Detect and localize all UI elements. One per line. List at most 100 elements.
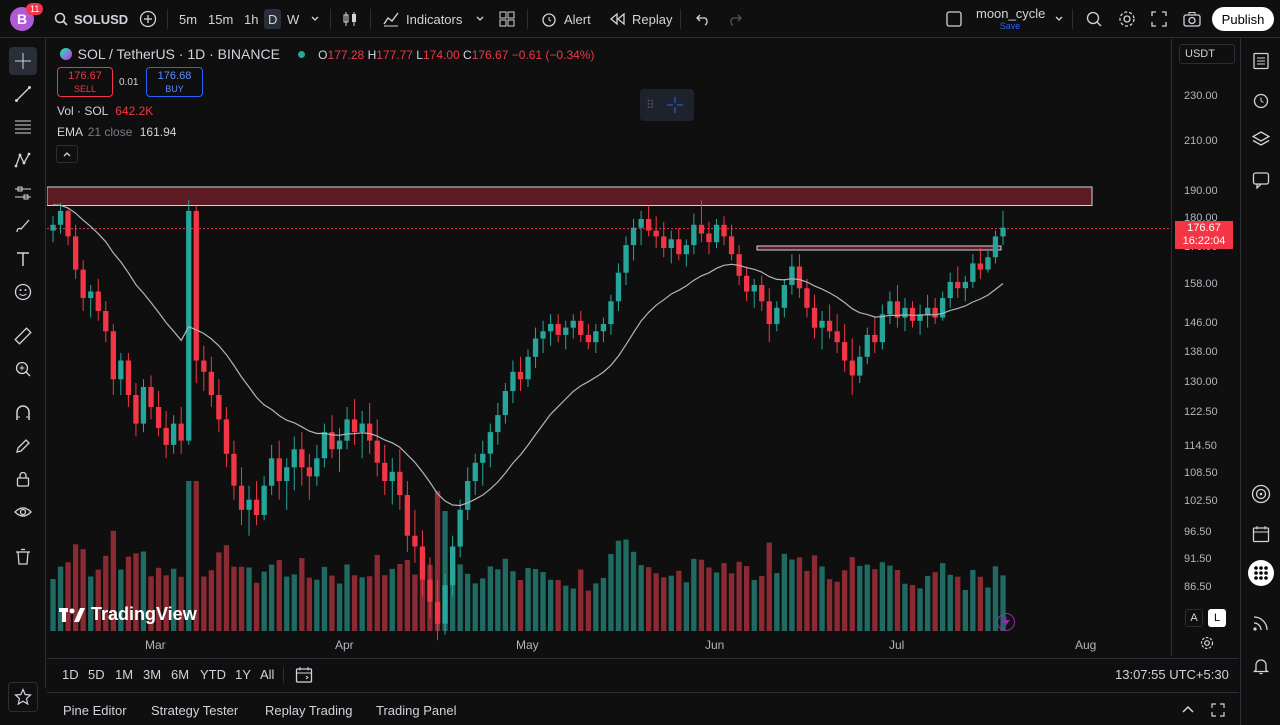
notifications-button[interactable] xyxy=(1248,653,1274,679)
volume-bar xyxy=(201,576,207,631)
replay-button[interactable]: Replay xyxy=(610,9,672,29)
log-scale-button[interactable]: L xyxy=(1208,609,1226,627)
volume-bar xyxy=(721,563,727,631)
range-1d[interactable]: 1D xyxy=(62,667,79,682)
symbol-search-button[interactable]: SOLUSD xyxy=(54,9,128,29)
candle-body xyxy=(593,331,599,343)
timeframe-1h[interactable]: 1h xyxy=(244,9,258,29)
currency-selector[interactable]: USDT xyxy=(1179,44,1235,64)
undo-button[interactable] xyxy=(695,9,711,29)
snapshot-button[interactable] xyxy=(1183,9,1201,29)
calendar-button[interactable] xyxy=(1248,521,1274,547)
clock-timezone[interactable]: 13:07:55 UTC+5:30 xyxy=(1115,667,1229,682)
price-scale[interactable]: USDT 230.00210.00190.00180.00170.00158.0… xyxy=(1171,39,1239,656)
emoji-tool[interactable] xyxy=(9,278,37,306)
candle-body xyxy=(110,331,116,380)
range-all[interactable]: All xyxy=(260,667,274,682)
publish-button[interactable]: Publish xyxy=(1212,7,1274,31)
candle-body xyxy=(193,210,199,361)
remove-drawings-tool[interactable] xyxy=(9,543,37,571)
hide-drawings-tool[interactable] xyxy=(9,498,37,526)
object-tree-button[interactable] xyxy=(1248,126,1274,152)
templates-button[interactable] xyxy=(499,9,515,29)
watchlist-button[interactable] xyxy=(1248,48,1274,74)
magnet-tool[interactable] xyxy=(9,399,37,427)
crosshair-tool[interactable] xyxy=(9,47,37,75)
drag-handle-icon[interactable]: ⠿ xyxy=(646,98,655,112)
notification-badge: 11 xyxy=(26,3,44,15)
indicators-dropdown[interactable] xyxy=(475,9,485,29)
zoom-tool[interactable] xyxy=(9,355,37,383)
news-feed-button[interactable] xyxy=(1248,610,1274,636)
tab-trading-panel[interactable]: Trading Panel xyxy=(376,703,456,718)
volume-bar xyxy=(269,564,275,631)
volume-bar xyxy=(578,569,584,631)
candle-body xyxy=(774,307,780,325)
plus-circle-icon xyxy=(139,10,157,28)
lock-drawings-tool[interactable] xyxy=(9,465,37,493)
range-ytd[interactable]: YTD xyxy=(200,667,226,682)
alerts-button[interactable] xyxy=(1248,87,1274,113)
hotlists-button[interactable] xyxy=(1248,481,1274,507)
volume-bar xyxy=(510,571,516,631)
fullscreen-button[interactable] xyxy=(1151,9,1167,29)
timeframe-dropdown[interactable] xyxy=(310,9,320,29)
favorites-button[interactable] xyxy=(8,682,38,712)
timeframe-15m[interactable]: 15m xyxy=(208,9,233,29)
forecast-tool[interactable] xyxy=(9,179,37,207)
tab-strategy-tester[interactable]: Strategy Tester xyxy=(151,703,238,718)
volume-bar xyxy=(947,574,953,631)
volume-legend[interactable]: Vol · SOL 642.2K xyxy=(57,104,153,118)
fib-tool[interactable] xyxy=(9,113,37,141)
timeframe-5m[interactable]: 5m xyxy=(179,9,197,29)
stay-in-drawing-tool[interactable] xyxy=(9,432,37,460)
auto-scale-button[interactable]: A xyxy=(1185,609,1203,627)
brush-tool[interactable] xyxy=(9,212,37,240)
expand-panel-button[interactable] xyxy=(1181,703,1195,720)
range-6m[interactable]: 6M xyxy=(171,667,189,682)
chart-pane[interactable]: TradingView ⠿ xyxy=(47,39,1171,656)
range-1y[interactable]: 1Y xyxy=(235,667,251,682)
layout-name-button[interactable]: moon_cycle Save xyxy=(976,6,1045,31)
candle-body xyxy=(819,320,825,328)
candle-body xyxy=(495,415,501,433)
price-chart[interactable] xyxy=(47,39,1171,656)
goto-date-button[interactable] xyxy=(295,666,313,687)
products-button[interactable] xyxy=(1248,560,1274,586)
floating-drawing-toolbar[interactable]: ⠿ xyxy=(640,89,694,121)
tab-replay-trading[interactable]: Replay Trading xyxy=(265,703,352,718)
change-value: −0.61 (−0.34%) xyxy=(511,48,595,62)
collapse-legend-button[interactable] xyxy=(56,145,78,163)
indicators-button[interactable]: Indicators xyxy=(382,9,462,29)
range-1m[interactable]: 1M xyxy=(115,667,133,682)
layout-toggle[interactable] xyxy=(946,9,962,29)
sell-button[interactable]: 176.67 SELL xyxy=(57,67,113,97)
layout-dropdown[interactable] xyxy=(1054,9,1064,29)
time-label-apr: Apr xyxy=(335,638,354,652)
quick-search-button[interactable] xyxy=(1085,9,1103,29)
range-5d[interactable]: 5D xyxy=(88,667,105,682)
market-status-dot[interactable] xyxy=(297,51,305,58)
buy-button[interactable]: 176.68 BUY xyxy=(146,67,203,97)
pattern-tool[interactable] xyxy=(9,146,37,174)
event-marker[interactable] xyxy=(997,613,1015,631)
legend-pair[interactable]: SOL / TetherUS · 1D · BINANCE xyxy=(78,46,280,62)
maximize-panel-button[interactable] xyxy=(1211,703,1225,720)
timeframe-w[interactable]: W xyxy=(287,9,299,29)
top-toolbar: B 11 SOLUSD 5m 15m 1h D W Indicators Ale… xyxy=(0,0,1280,38)
chart-type-button[interactable] xyxy=(341,9,359,29)
measure-tool[interactable] xyxy=(9,322,37,350)
chats-button[interactable] xyxy=(1248,167,1274,193)
volume-bar xyxy=(826,579,833,631)
compare-symbol-button[interactable] xyxy=(139,9,157,29)
text-tool[interactable] xyxy=(9,245,37,273)
trendline-tool[interactable] xyxy=(9,80,37,108)
scale-settings-button[interactable] xyxy=(1200,636,1214,653)
settings-button[interactable] xyxy=(1118,9,1136,29)
timeframe-d[interactable]: D xyxy=(264,9,282,29)
alert-button[interactable]: Alert xyxy=(540,9,591,29)
range-3m[interactable]: 3M xyxy=(143,667,161,682)
redo-button[interactable] xyxy=(727,9,743,29)
tab-pine-editor[interactable]: Pine Editor xyxy=(63,703,127,718)
ema-legend[interactable]: EMA 21 close 161.94 xyxy=(57,125,176,139)
